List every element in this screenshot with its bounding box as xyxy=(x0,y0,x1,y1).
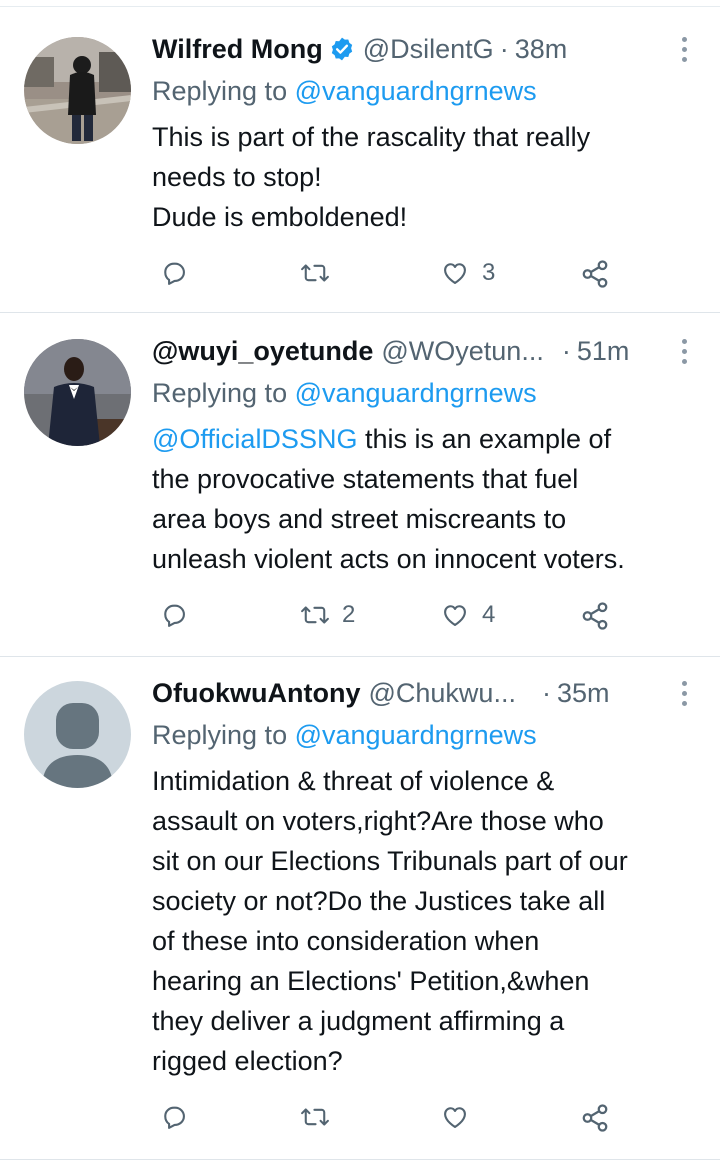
tweet-2[interactable]: @wuyi_oyetunde @WOyetun... · 51m Replyin… xyxy=(0,313,720,657)
like-button[interactable]: 3 xyxy=(440,259,495,287)
like-button[interactable] xyxy=(440,1103,482,1131)
tweet-actions xyxy=(152,1096,622,1140)
display-name[interactable]: @wuyi_oyetunde xyxy=(152,336,373,367)
display-name[interactable]: OfuokwuAntony xyxy=(152,678,360,709)
tweet-text-line: unleash violent acts on innocent voters. xyxy=(152,544,625,574)
replying-prefix: Replying to xyxy=(152,378,288,408)
tweet-text: This is part of the rascality that reall… xyxy=(152,117,702,237)
retweet-count: 2 xyxy=(342,601,356,628)
tweet-actions: 3 xyxy=(152,252,622,296)
tweet-text-line: Intimidation & threat of violence & xyxy=(152,766,555,796)
avatar[interactable] xyxy=(24,37,131,144)
reply-button[interactable] xyxy=(160,259,200,287)
tweet-text-line: needs to stop! xyxy=(152,162,322,192)
timestamp[interactable]: 38m xyxy=(515,34,568,65)
replying-to: Replying to @vanguardngrnews xyxy=(152,716,537,754)
share-button[interactable] xyxy=(580,1103,610,1133)
user-handle[interactable]: @DsilentG xyxy=(363,34,494,65)
like-button[interactable]: 4 xyxy=(440,601,495,629)
share-icon xyxy=(580,601,610,631)
replying-to-link[interactable]: @vanguardngrnews xyxy=(295,378,537,408)
replying-to: Replying to @vanguardngrnews xyxy=(152,374,537,412)
reply-button[interactable] xyxy=(160,601,200,629)
timestamp[interactable]: 35m xyxy=(557,678,610,709)
heart-icon xyxy=(440,1103,470,1131)
display-name[interactable]: Wilfred Mong xyxy=(152,34,323,65)
heart-icon xyxy=(440,601,470,629)
tweet-text-line: society or not?Do the Justices take all xyxy=(152,886,606,916)
tweet-text-line: area boys and street miscreants to xyxy=(152,504,567,534)
tweet-text-line: hearing an Elections' Petition,&when xyxy=(152,966,590,996)
more-options-icon[interactable] xyxy=(678,331,690,371)
retweet-icon xyxy=(300,601,330,629)
tweet-text-line: @OfficialDSSNG this is an example of xyxy=(152,419,702,459)
like-count: 4 xyxy=(482,601,496,628)
tweet-text-line: sit on our Elections Tribunals part of o… xyxy=(152,846,628,876)
tweet-1[interactable]: Wilfred Mong @DsilentG · 38m Replying to… xyxy=(0,7,720,313)
tweet-header: Wilfred Mong @DsilentG · 38m xyxy=(152,29,720,69)
timestamp[interactable]: 51m xyxy=(577,336,630,367)
user-handle[interactable]: @WOyetun... xyxy=(381,336,543,367)
separator-dot: · xyxy=(541,677,551,708)
tweet-text-line: Dude is emboldened! xyxy=(152,202,408,232)
tweet-header: @wuyi_oyetunde @WOyetun... · 51m xyxy=(152,331,720,371)
share-button[interactable] xyxy=(580,259,610,289)
retweet-button[interactable] xyxy=(300,259,342,287)
share-icon xyxy=(580,1103,610,1133)
replying-to-link[interactable]: @vanguardngrnews xyxy=(295,76,537,106)
replying-prefix: Replying to xyxy=(152,720,288,750)
reply-icon xyxy=(160,259,188,287)
user-handle[interactable]: @Chukwu... xyxy=(368,678,515,709)
tweet-actions: 2 4 xyxy=(152,594,622,638)
replying-to: Replying to @vanguardngrnews xyxy=(152,72,537,110)
retweet-button[interactable]: 2 xyxy=(300,601,355,629)
verified-badge-icon xyxy=(329,36,355,62)
tweet-text-line: assault on voters,right?Are those who xyxy=(152,806,604,836)
retweet-button[interactable] xyxy=(300,1103,342,1131)
separator-dot: · xyxy=(499,33,509,64)
avatar[interactable] xyxy=(24,339,131,446)
replying-prefix: Replying to xyxy=(152,76,288,106)
replying-to-link[interactable]: @vanguardngrnews xyxy=(295,720,537,750)
tweet-header: OfuokwuAntony @Chukwu... · 35m xyxy=(152,673,720,713)
heart-icon xyxy=(440,259,470,287)
tweet-text: Intimidation & threat of violence & assa… xyxy=(152,761,702,1081)
retweet-icon xyxy=(300,1103,330,1131)
tweet-3[interactable]: OfuokwuAntony @Chukwu... · 35m Replying … xyxy=(0,657,720,1160)
default-avatar-icon[interactable] xyxy=(24,681,131,788)
tweet-text-line: they deliver a judgment affirming a xyxy=(152,1006,565,1036)
tweet-text-line: of these into consideration when xyxy=(152,926,540,956)
more-options-icon[interactable] xyxy=(678,673,690,713)
tweet-text-line: This is part of the rascality that reall… xyxy=(152,122,591,152)
mention-link[interactable]: @OfficialDSSNG xyxy=(152,424,357,454)
reply-icon xyxy=(160,1103,188,1131)
reply-icon xyxy=(160,601,188,629)
tweet-text: @OfficialDSSNG this is an example of the… xyxy=(152,419,702,579)
retweet-icon xyxy=(300,259,330,287)
tweet-text-line: rigged election? xyxy=(152,1046,343,1076)
reply-button[interactable] xyxy=(160,1103,200,1131)
top-divider xyxy=(0,0,720,7)
share-icon xyxy=(580,259,610,289)
tweet-text-line: the provocative statements that fuel xyxy=(152,464,579,494)
like-count: 3 xyxy=(482,259,496,286)
tweet-text-fragment: this is an example of xyxy=(357,424,612,454)
separator-dot: · xyxy=(561,335,571,366)
more-options-icon[interactable] xyxy=(678,29,690,69)
share-button[interactable] xyxy=(580,601,610,631)
